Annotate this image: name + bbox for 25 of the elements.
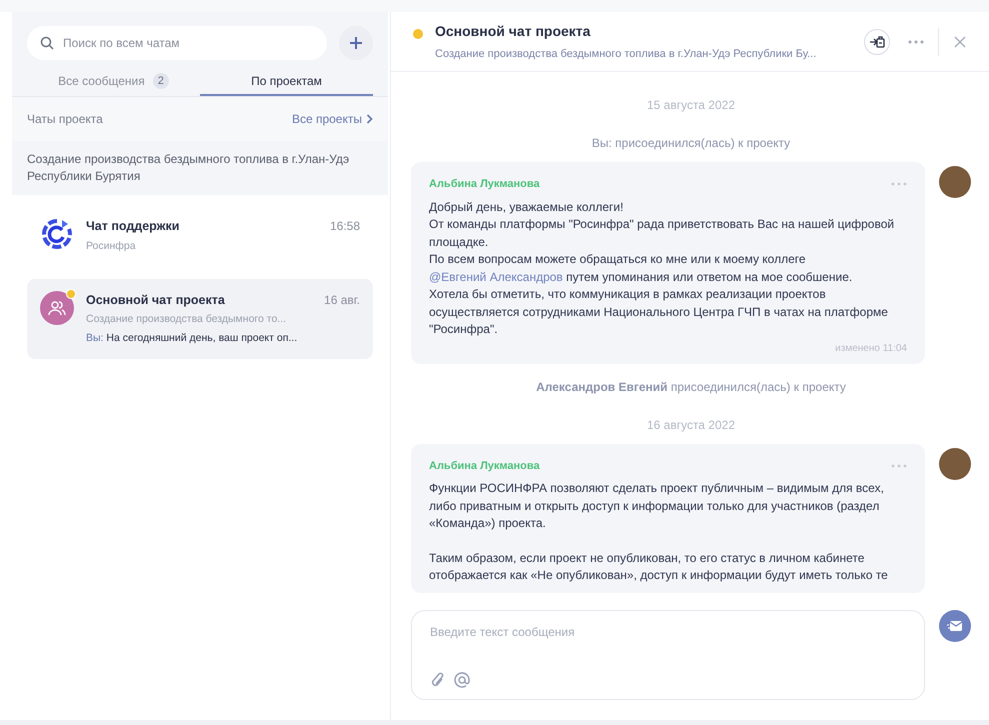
date-label: 15 августа 2022 xyxy=(646,97,736,114)
chat-title: Основной чат проекта xyxy=(435,22,592,41)
chat-preview: Вы: На сегодняшний день, ваш проект оп... xyxy=(86,331,298,346)
search-field[interactable]: Поиск по всем чатам xyxy=(27,26,327,60)
message-text: Функции РОСИНФРА позволяют сделать проект публичным – видимым для всех, либо приватным и открыть доступ к информации только для участников (раздел «Команда») проекта. Таким образом, если проект не опубликован, то его статус в личном кабинете отображается как «Не опубликован», доступ к информации будут иметь только те xyxy=(429,480,889,584)
author-name: Альбина Лукманова xyxy=(429,458,540,474)
message-field[interactable]: Введите текст сообщения xyxy=(430,623,906,641)
chat-list-item[interactable]: Основной чат проекта Создание производства бездымного то... Вы: На сегодняшний день, ваш проект оп... 16 авг. xyxy=(27,278,373,359)
system-message: Александров Евгений присоединился(лась) к проекту xyxy=(536,378,846,396)
chat-time: 16 авг. xyxy=(324,292,360,308)
chat-subtitle: Создание производства бездымного то... xyxy=(86,312,288,328)
all-projects-link[interactable]: Все проекты xyxy=(292,110,373,128)
chat-title: Основной чат проекта xyxy=(86,292,226,309)
system-message: Вы: присоединился(лась) к проекту xyxy=(592,135,790,152)
message-text: Добрый день, уважаемые коллеги! От команды платформы "Росинфра" рада приветствовать Вас на нашей цифровой площадке. По всем вопросам можете обращаться ко мне или к моему коллеге @Евгений Александров путем упоминания или ответом на мое сообшение. Хотела бы отметить, что коммуникация в рамках реализации проектов осуществляется сотрудниками Национального Центра ГЧП в чатах на платформе "Росинфра". xyxy=(429,198,896,338)
tab[interactable]: Все сообщения 2 xyxy=(27,68,200,96)
chat-title: Чат поддержки xyxy=(86,218,180,235)
chat-subtitle: Создание производства бездымного топлива в г.Улан-Удэ Республики Бу... xyxy=(435,46,818,62)
date-label: 16 августа 2022 xyxy=(646,416,736,434)
chat-time: 16:58 xyxy=(330,218,360,235)
author-name: Альбина Лукманова xyxy=(429,177,540,192)
chat-subtitle: Росинфра xyxy=(86,238,137,254)
count-badge: 2 xyxy=(152,72,169,90)
edited-time: изменено 11:04 xyxy=(835,342,907,356)
section-title: Чаты проекта xyxy=(27,111,103,128)
